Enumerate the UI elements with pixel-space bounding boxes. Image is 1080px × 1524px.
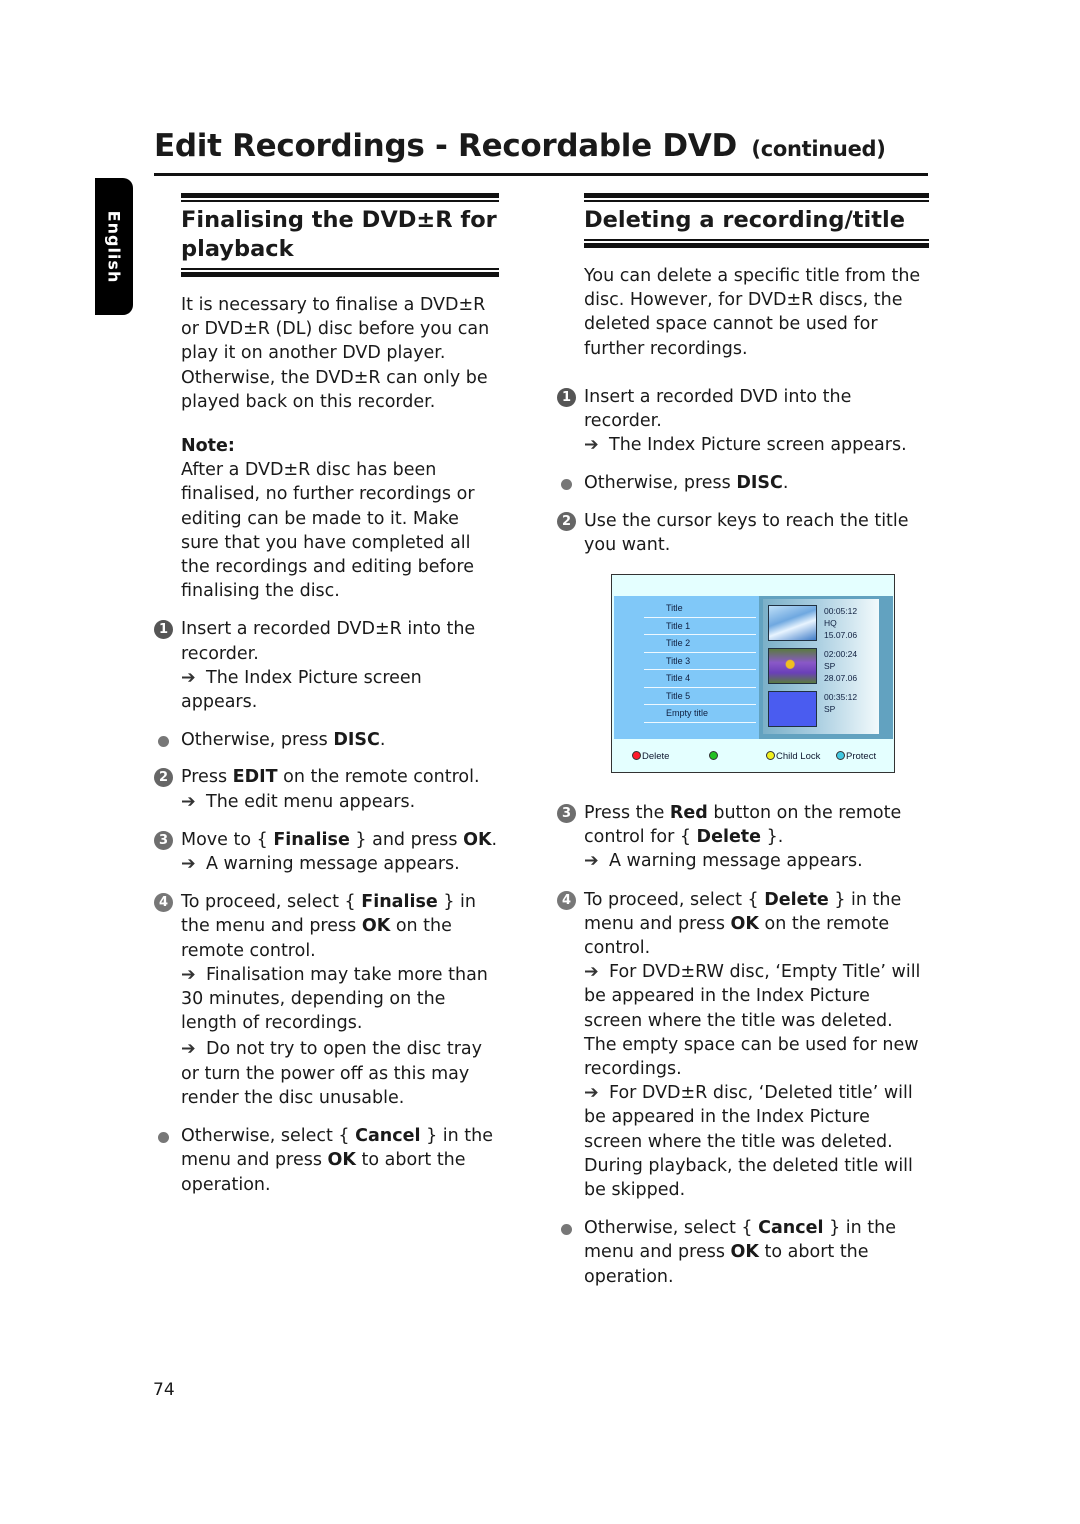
header-rule-bottom xyxy=(181,268,499,277)
arrow-icon: ➔ xyxy=(584,962,599,983)
index-picture-screen: Title Title 1 Title 2 Title 3 Title 4 Ti… xyxy=(611,574,895,774)
step-number-icon: 3 xyxy=(557,804,576,824)
page-title-suffix: (continued) xyxy=(751,137,886,161)
step-otherwise: Otherwise, press DISC. xyxy=(154,728,499,752)
thumbnail-area: 00:05:12 HQ 15.07.06 02:00:24 SP 28.07.0… xyxy=(759,596,893,740)
page-title-text: Edit Recordings - Recordable DVD xyxy=(154,128,737,164)
step-result: ➔ A warning message appears. xyxy=(181,852,499,876)
language-tab: English xyxy=(95,178,133,315)
step-result: ➔ The edit menu appears. xyxy=(181,790,499,814)
section-title: Finalising the DVD±R for playback xyxy=(181,207,497,262)
step-number-icon: 4 xyxy=(154,893,173,913)
bullet-icon xyxy=(158,1132,169,1144)
blue-key-protect[interactable]: Protect xyxy=(836,745,876,769)
step-number-icon: 3 xyxy=(154,830,173,850)
title-list-item[interactable]: Title xyxy=(644,600,756,618)
step-otherwise: Otherwise, press DISC. xyxy=(557,471,929,495)
step-otherwise-cancel: Otherwise, select { Cancel } in the menu… xyxy=(154,1124,499,1197)
yellow-circle-icon xyxy=(766,751,775,761)
step-1: 1 Insert a recorded DVD±R into the recor… xyxy=(154,617,499,714)
bullet-icon xyxy=(158,736,169,748)
green-circle-icon xyxy=(709,751,718,761)
red-key-delete[interactable]: Delete xyxy=(632,745,669,769)
arrow-icon: ➔ xyxy=(181,854,196,875)
intro-paragraph: It is necessary to finalise a DVD±R or D… xyxy=(181,295,490,412)
header-rule-bottom xyxy=(584,239,929,248)
title-list-item[interactable]: Title 2 xyxy=(644,635,756,653)
step-result-2: ➔ Do not try to open the disc tray or tur… xyxy=(181,1039,483,1108)
section-title: Deleting a recording/title xyxy=(584,207,905,233)
section-header: Deleting a recording/title xyxy=(584,193,929,248)
step-3: 3 Press the Red button on the remote con… xyxy=(557,801,929,874)
thumbnail-surfer-image[interactable] xyxy=(768,605,817,642)
green-key[interactable] xyxy=(709,745,719,769)
step-2: 2 Use the cursor keys to reach the title… xyxy=(557,509,929,557)
title-list-item[interactable]: Title 3 xyxy=(644,653,756,671)
thumbnail-info: 02:00:24 SP 28.07.06 xyxy=(824,649,858,684)
arrow-icon: ➔ xyxy=(584,1083,599,1104)
step-number-icon: 4 xyxy=(557,890,576,910)
step-number-icon: 2 xyxy=(557,511,576,531)
thumbnail-panel: 00:05:12 HQ 15.07.06 02:00:24 SP 28.07.0… xyxy=(763,599,879,735)
page-title: Edit Recordings - Recordable DVD (contin… xyxy=(154,128,886,164)
step-number-icon: 1 xyxy=(154,620,173,640)
title-list-item[interactable]: Title 4 xyxy=(644,670,756,688)
red-circle-icon xyxy=(632,751,641,761)
deleting-section: Deleting a recording/title You can delet… xyxy=(557,193,929,1289)
step-otherwise-cancel: Otherwise, select { Cancel } in the menu… xyxy=(557,1216,929,1289)
page-number: 74 xyxy=(153,1380,175,1400)
step-4: 4 To proceed, select { Finalise } in the… xyxy=(154,890,499,1110)
language-tab-label: English xyxy=(104,210,124,283)
note-text: After a DVD±R disc has been finalised, n… xyxy=(181,460,475,602)
intro-paragraph: You can delete a specific title from the… xyxy=(584,266,921,359)
thumbnail-info: 00:35:12 SP xyxy=(824,692,858,715)
yellow-key-child-lock[interactable]: Child Lock xyxy=(766,745,820,769)
step-4: 4 To proceed, select { Delete } in the m… xyxy=(557,888,929,1203)
cyan-circle-icon xyxy=(836,751,845,761)
title-list: Title Title 1 Title 2 Title 3 Title 4 Ti… xyxy=(644,600,756,723)
header-rule-top xyxy=(584,193,929,202)
arrow-icon: ➔ xyxy=(181,964,196,985)
step-result: ➔ The Index Picture screen appears. xyxy=(584,433,929,457)
step-result: ➔ The Index Picture screen appears. xyxy=(181,667,422,713)
arrow-icon: ➔ xyxy=(181,791,196,812)
step-number-icon: 2 xyxy=(154,768,173,788)
title-list-item[interactable]: Title 5 xyxy=(644,688,756,706)
section-header: Finalising the DVD±R for playback xyxy=(181,193,499,277)
step-number-icon: 1 xyxy=(557,387,576,407)
title-rule xyxy=(154,173,928,176)
step-1: 1 Insert a recorded DVD into the recorde… xyxy=(557,385,929,458)
step-result-2: ➔ For DVD±R disc, ‘Deleted title’ will be… xyxy=(584,1083,913,1201)
finalising-section: Finalising the DVD±R for playback It is … xyxy=(154,193,499,1197)
osd-main-area: Title Title 1 Title 2 Title 3 Title 4 Ti… xyxy=(614,596,893,740)
step-result: ➔ For DVD±RW disc, ‘Empty Title’ will be … xyxy=(584,962,921,1080)
bullet-icon xyxy=(561,479,572,491)
arrow-icon: ➔ xyxy=(181,667,196,688)
step-result: ➔ A warning message appears. xyxy=(584,849,929,873)
arrow-icon: ➔ xyxy=(181,1039,196,1060)
title-list-item[interactable]: Title 1 xyxy=(644,618,756,636)
header-rule-top xyxy=(181,193,499,202)
arrow-icon: ➔ xyxy=(584,851,599,872)
bullet-icon xyxy=(561,1224,572,1236)
thumbnail-info: 00:05:12 HQ 15.07.06 xyxy=(824,606,858,641)
arrow-icon: ➔ xyxy=(584,435,599,456)
step-result: ➔ Finalisation may take more than 30 minu… xyxy=(181,964,488,1034)
step-text: Insert a recorded DVD±R into the recorde… xyxy=(181,619,476,664)
thumbnail-empty[interactable] xyxy=(768,691,817,728)
note-label: Note: xyxy=(181,436,235,457)
step-2: 2 Press EDIT on the remote control. ➔ The… xyxy=(154,765,499,813)
thumbnail-coral-image[interactable] xyxy=(768,648,817,685)
title-list-item[interactable]: Empty title xyxy=(644,705,756,723)
step-3: 3 Move to { Finalise } and press OK. ➔ A … xyxy=(154,828,499,876)
